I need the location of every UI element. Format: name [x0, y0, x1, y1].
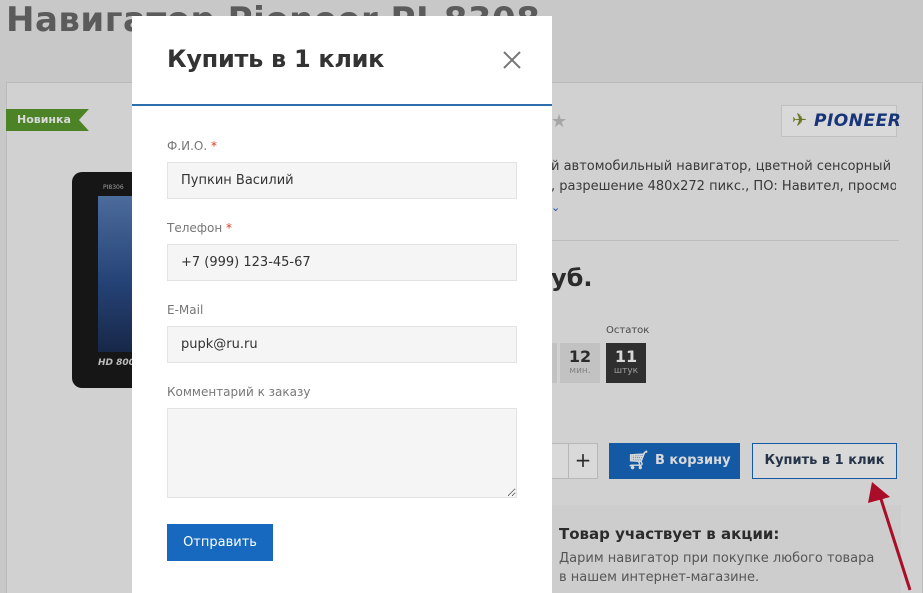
close-icon: [503, 51, 521, 69]
modal-title: Купить в 1 клик: [167, 45, 385, 73]
required-mark: *: [226, 221, 233, 235]
phone-input[interactable]: [167, 244, 517, 281]
required-mark: *: [211, 139, 218, 153]
modal-header: Купить в 1 клик: [132, 16, 552, 106]
phone-label-text: Телефон: [167, 221, 223, 235]
comment-textarea[interactable]: [167, 408, 517, 498]
phone-label: Телефон *: [167, 221, 232, 235]
submit-button[interactable]: Отправить: [167, 524, 273, 561]
email-label: E-Mail: [167, 303, 204, 317]
name-label: Ф.И.О. *: [167, 139, 217, 153]
comment-label: Комментарий к заказу: [167, 385, 311, 399]
email-input[interactable]: [167, 326, 517, 363]
name-input[interactable]: [167, 162, 517, 199]
name-label-text: Ф.И.О.: [167, 139, 208, 153]
close-button[interactable]: [497, 45, 527, 75]
one-click-modal: Купить в 1 клик Ф.И.О. * Телефон * E-Mai…: [132, 16, 552, 593]
